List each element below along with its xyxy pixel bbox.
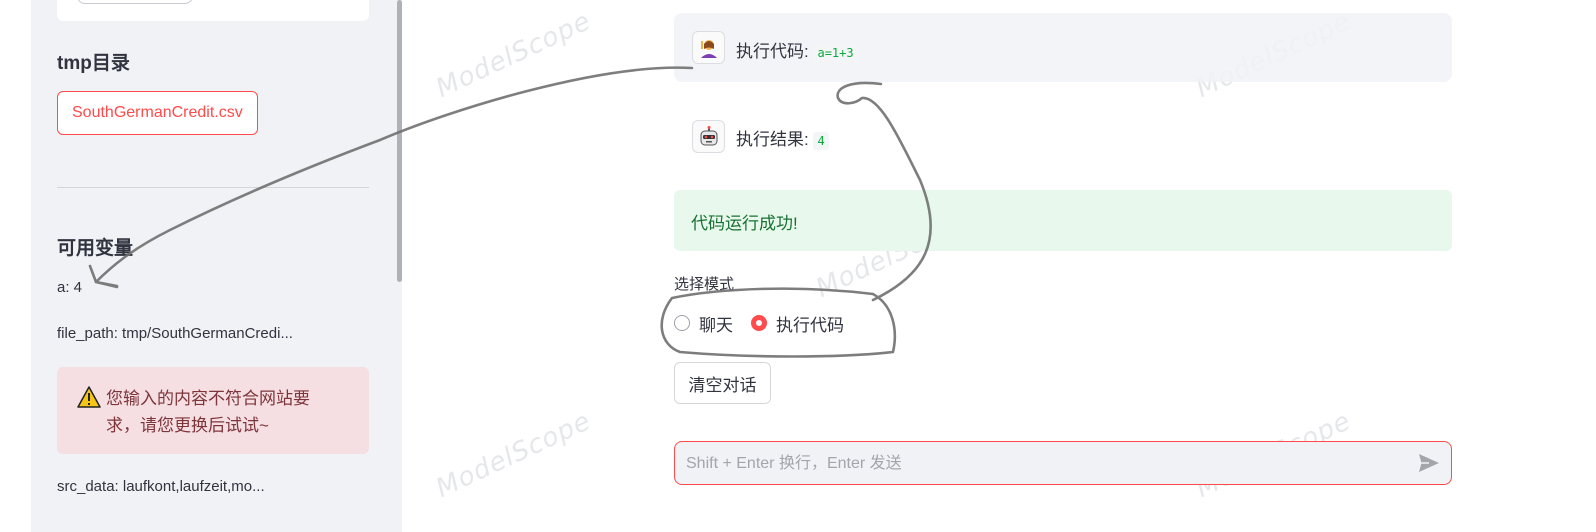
- robot-icon: [692, 120, 725, 153]
- chat-input[interactable]: [684, 442, 1408, 486]
- success-alert: 代码运行成功!: [674, 190, 1452, 251]
- mode-label: 选择模式: [674, 276, 735, 293]
- success-text: 代码运行成功!: [691, 214, 798, 233]
- variables-heading: 可用变量: [57, 238, 134, 259]
- variable-item: a: 4: [57, 279, 83, 296]
- radio-circle-selected[interactable]: [751, 315, 767, 331]
- person-icon: [692, 31, 725, 64]
- sidebar-top-card: [57, 0, 369, 21]
- file-chip[interactable]: SouthGermanCredit.csv: [57, 91, 258, 135]
- radio-option-label: 聊天: [699, 315, 733, 335]
- assistant-code: 4: [813, 132, 829, 150]
- alert-text: 您输入的内容不符合网站要求，请您更换后试试~: [106, 389, 310, 435]
- variable-item: src_data: laufkont,laufzeit,mo...: [57, 478, 265, 495]
- variable-item: file_path: tmp/SouthGermanCredi...: [57, 325, 293, 342]
- warning-icon: [77, 386, 101, 408]
- send-icon[interactable]: [1418, 453, 1440, 473]
- error-alert: 您输入的内容不符合网站要求，请您更换后试试~: [57, 367, 369, 454]
- user-message-label: 执行代码:: [736, 42, 809, 61]
- chat-input-box: [674, 441, 1452, 486]
- sidebar-top-button[interactable]: [77, 0, 193, 4]
- radio-option-chat[interactable]: 聊天: [674, 311, 733, 336]
- radio-option-label: 执行代码: [776, 315, 844, 335]
- user-message-text: 执行代码: a=1+3: [736, 37, 858, 62]
- tmp-heading: tmp目录: [57, 53, 130, 74]
- radio-circle[interactable]: [674, 315, 690, 331]
- assistant-message-label: 执行结果:: [736, 130, 809, 149]
- radio-option-execute-code[interactable]: 执行代码: [751, 311, 844, 336]
- sidebar-divider: [57, 187, 369, 188]
- mode-radio-group: 聊天 执行代码: [674, 311, 862, 335]
- left-margin: [0, 0, 31, 532]
- clear-chat-button[interactable]: 清空对话: [674, 362, 771, 404]
- assistant-message-text: 执行结果: 4: [736, 125, 829, 150]
- user-code: a=1+3: [813, 44, 858, 62]
